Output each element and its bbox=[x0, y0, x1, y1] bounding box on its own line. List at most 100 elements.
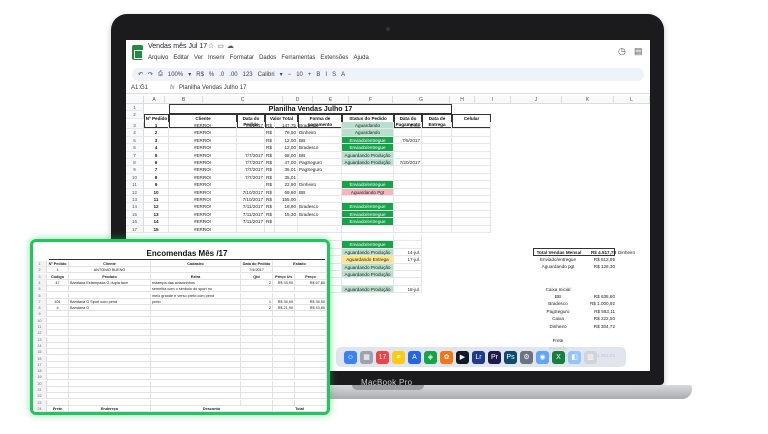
overlay-row-number[interactable]: 9 bbox=[33, 311, 47, 318]
overlay-cell[interactable]: Produto bbox=[69, 273, 151, 280]
sheet-cell[interactable]: 6-jul. bbox=[394, 122, 422, 130]
overlay-cell[interactable]: R$ 35,90 bbox=[295, 298, 327, 305]
overlay-cell[interactable] bbox=[241, 342, 273, 349]
overlay-cell[interactable] bbox=[273, 380, 295, 387]
column-header[interactable]: A bbox=[144, 96, 165, 104]
overlay-cell[interactable] bbox=[151, 349, 241, 356]
date-cell[interactable] bbox=[394, 234, 422, 242]
sheet-cell[interactable] bbox=[452, 181, 491, 189]
sheet-cell[interactable] bbox=[422, 159, 452, 167]
overlay-cell[interactable] bbox=[273, 399, 295, 406]
sheet-cell[interactable] bbox=[452, 210, 491, 219]
sheet-cell[interactable]: Enviado/entregue bbox=[342, 203, 394, 211]
photoshop-icon[interactable]: Ps bbox=[504, 350, 517, 364]
overlay-row-number[interactable]: 18 bbox=[33, 368, 47, 375]
sheet-cell[interactable]: Aguardando Produção bbox=[342, 159, 394, 167]
sheet-cell[interactable]: #ERRO! bbox=[169, 122, 237, 130]
date-cell[interactable] bbox=[394, 263, 422, 271]
overlay-cell[interactable]: Endereço bbox=[69, 405, 151, 412]
sheet-cell[interactable]: #ERRO! bbox=[169, 203, 237, 211]
overlay-cell[interactable] bbox=[69, 380, 151, 387]
sheet-cell[interactable]: Bradesco bbox=[298, 203, 342, 211]
overlay-cell[interactable]: 7/4/2017 bbox=[241, 267, 273, 274]
overlay-cell[interactable]: 2 bbox=[241, 305, 273, 312]
overlay-cell[interactable] bbox=[295, 387, 327, 394]
toolbar-item[interactable]: ↷ bbox=[148, 71, 153, 78]
sheet-cell[interactable]: 147,75 bbox=[275, 122, 298, 130]
overlay-cell[interactable] bbox=[47, 374, 69, 381]
sheet-cell[interactable] bbox=[394, 196, 422, 204]
overlay-row-number[interactable]: 24 bbox=[33, 405, 47, 412]
toolbar-item[interactable]: + bbox=[308, 72, 312, 78]
lightroom-icon[interactable]: Lr bbox=[472, 350, 485, 364]
sheet-cell[interactable]: 7/11/2017 bbox=[237, 203, 265, 211]
overlay-cell[interactable] bbox=[273, 267, 327, 274]
cloud-icon[interactable]: ☁ bbox=[227, 43, 237, 50]
status-cell[interactable]: Aguardando Produção bbox=[342, 285, 394, 294]
overlay-cell[interactable] bbox=[69, 286, 151, 293]
overlay-cell[interactable]: estampa das aviaozinhos bbox=[151, 279, 241, 286]
overlay-cell[interactable] bbox=[273, 342, 295, 349]
sheet-cell[interactable]: 155,00 bbox=[275, 196, 298, 204]
overlay-cell[interactable] bbox=[151, 387, 241, 394]
overlay-cell[interactable] bbox=[273, 317, 295, 324]
sheet-cell[interactable]: R$ bbox=[265, 188, 275, 196]
menu-item[interactable]: Ver bbox=[194, 55, 203, 61]
row-number[interactable]: 3 bbox=[126, 122, 144, 130]
sheet-cell[interactable]: R$ bbox=[265, 129, 275, 137]
sheet-cell[interactable]: BB bbox=[298, 188, 342, 196]
overlay-row-number[interactable]: 1 bbox=[33, 261, 47, 268]
overlay-cell[interactable] bbox=[69, 349, 151, 356]
status-cell[interactable] bbox=[342, 278, 394, 286]
overlay-cell[interactable]: ANTONIO BUENO bbox=[69, 267, 151, 274]
menu-item[interactable]: Arquivo bbox=[148, 55, 168, 61]
overlay-cell[interactable] bbox=[151, 330, 241, 337]
row-number[interactable]: 6 bbox=[126, 144, 144, 152]
sheet-cell[interactable] bbox=[452, 159, 491, 167]
overlay-cell[interactable] bbox=[241, 399, 273, 406]
sheet-cell[interactable]: Enviado/entregue bbox=[342, 136, 394, 145]
sheet-cell[interactable] bbox=[452, 144, 491, 152]
overlay-cell[interactable] bbox=[69, 393, 151, 400]
row-number[interactable]: 5 bbox=[126, 136, 144, 145]
sheet-cell[interactable]: R$ bbox=[265, 122, 275, 130]
sheet-cell[interactable]: R$ bbox=[265, 203, 275, 211]
sheet-cell[interactable]: 9 bbox=[144, 181, 169, 189]
overlay-cell[interactable] bbox=[47, 380, 69, 387]
overlay-cell[interactable] bbox=[47, 317, 69, 324]
select-all-corner[interactable] bbox=[126, 96, 144, 104]
overlay-cell[interactable] bbox=[151, 361, 241, 368]
sheet-cell[interactable]: Enviado/entregue bbox=[342, 210, 394, 219]
overlay-cell[interactable] bbox=[273, 349, 295, 356]
sheet-cell[interactable] bbox=[394, 151, 422, 159]
overlay-cell[interactable]: meio grande e verso preto com pend bbox=[151, 292, 241, 299]
finder-icon[interactable]: ☺ bbox=[344, 350, 357, 364]
sheet-cell[interactable] bbox=[422, 196, 452, 204]
sheet-cell[interactable] bbox=[452, 188, 491, 196]
overlay-cell[interactable]: 1 bbox=[241, 298, 273, 305]
sheet-cell[interactable]: 7/7/2017 bbox=[237, 151, 265, 159]
overlay-cell[interactable] bbox=[273, 330, 295, 337]
sheet-cell[interactable]: #ERRO! bbox=[169, 129, 237, 137]
sheet-cell[interactable] bbox=[422, 151, 452, 159]
overlay-cell[interactable] bbox=[151, 393, 241, 400]
sheet-cell[interactable] bbox=[394, 218, 422, 226]
overlay-cell[interactable] bbox=[47, 368, 69, 375]
row-number[interactable]: 8 bbox=[126, 159, 144, 167]
sheet-cell[interactable] bbox=[237, 144, 265, 152]
overlay-cell[interactable] bbox=[241, 355, 273, 362]
row-number[interactable]: 2 bbox=[126, 111, 144, 119]
sheet-cell[interactable]: 15,30 bbox=[275, 210, 298, 219]
sheet-cell[interactable]: R$ bbox=[265, 151, 275, 159]
overlay-cell[interactable]: Total bbox=[273, 405, 327, 412]
overlay-cell[interactable]: 4 bbox=[47, 305, 69, 312]
sheet-cell[interactable] bbox=[237, 181, 265, 189]
overlay-cell[interactable] bbox=[273, 324, 295, 331]
overlay-cell[interactable] bbox=[241, 317, 273, 324]
sheet-cell[interactable]: #ERRO! bbox=[169, 218, 237, 226]
overlay-row-number[interactable]: 17 bbox=[33, 361, 47, 368]
overlay-cell[interactable] bbox=[241, 380, 273, 387]
row-number[interactable]: 9 bbox=[126, 166, 144, 174]
overlay-cell[interactable]: R$ 33,90 bbox=[273, 279, 295, 286]
column-header[interactable]: I bbox=[475, 96, 511, 104]
